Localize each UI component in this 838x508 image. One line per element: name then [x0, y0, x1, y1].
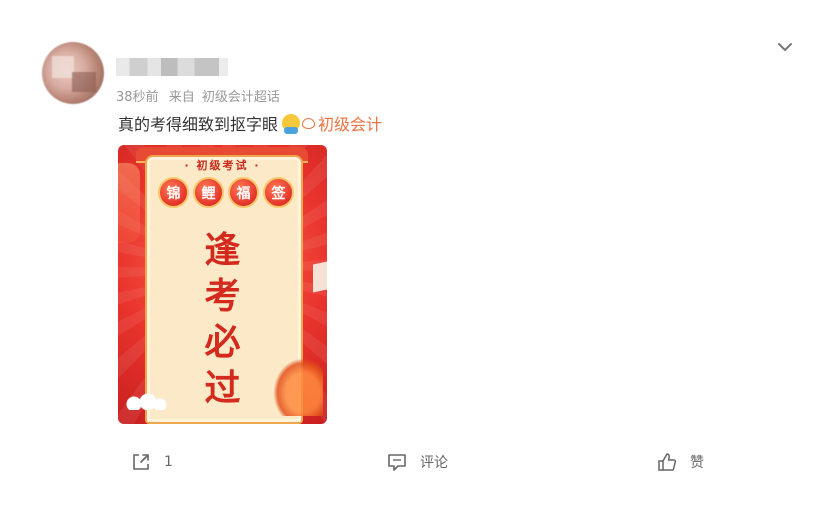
post-content: 真的考得细致到抠字眼 初级会计 [118, 111, 382, 135]
topic-label: 初级会计 [318, 115, 383, 134]
comment-icon [388, 454, 406, 471]
comment-label: 评论 [420, 455, 448, 471]
emoji-icon [282, 114, 301, 134]
username-blurred[interactable] [116, 58, 228, 76]
share-icon [133, 454, 149, 470]
badge: 鲤 [193, 177, 224, 208]
badge: 福 [228, 177, 259, 208]
badge-row: 锦 鲤 福 签 [158, 177, 294, 208]
thumbs-up-icon [658, 453, 677, 471]
koi-decoration [273, 358, 323, 416]
like-label: 赞 [690, 455, 704, 471]
repost-count: 1 [164, 454, 173, 470]
card-line: 逢 [204, 229, 241, 271]
like-button[interactable]: 赞 [656, 448, 704, 476]
card-line: 考 [204, 275, 241, 317]
post-meta: 38秒前 来自 初级会计超话 [116, 86, 286, 105]
card-subtitle: · 初级考试 · [184, 159, 261, 172]
post-source[interactable]: 初级会计超话 [202, 90, 280, 105]
badge: 锦 [158, 177, 189, 208]
badge: 签 [263, 177, 294, 208]
action-bar: 1 评论 赞 [0, 448, 838, 476]
post-image[interactable]: · 初级考试 · 锦 鲤 福 签 逢 考 必 过 [118, 145, 327, 424]
source-prefix: 来自 [168, 90, 195, 105]
chevron-down-icon[interactable] [776, 38, 794, 56]
post-text: 真的考得细致到抠字眼 [118, 115, 279, 134]
topic-link[interactable]: 初级会计 [302, 111, 382, 135]
repost-button[interactable]: 1 [130, 448, 173, 476]
comment-button[interactable]: 评论 [386, 448, 448, 476]
avatar[interactable] [42, 42, 104, 104]
cloud-decoration [124, 392, 168, 410]
topic-icon [302, 117, 316, 129]
post-time[interactable]: 38秒前 [116, 90, 159, 105]
